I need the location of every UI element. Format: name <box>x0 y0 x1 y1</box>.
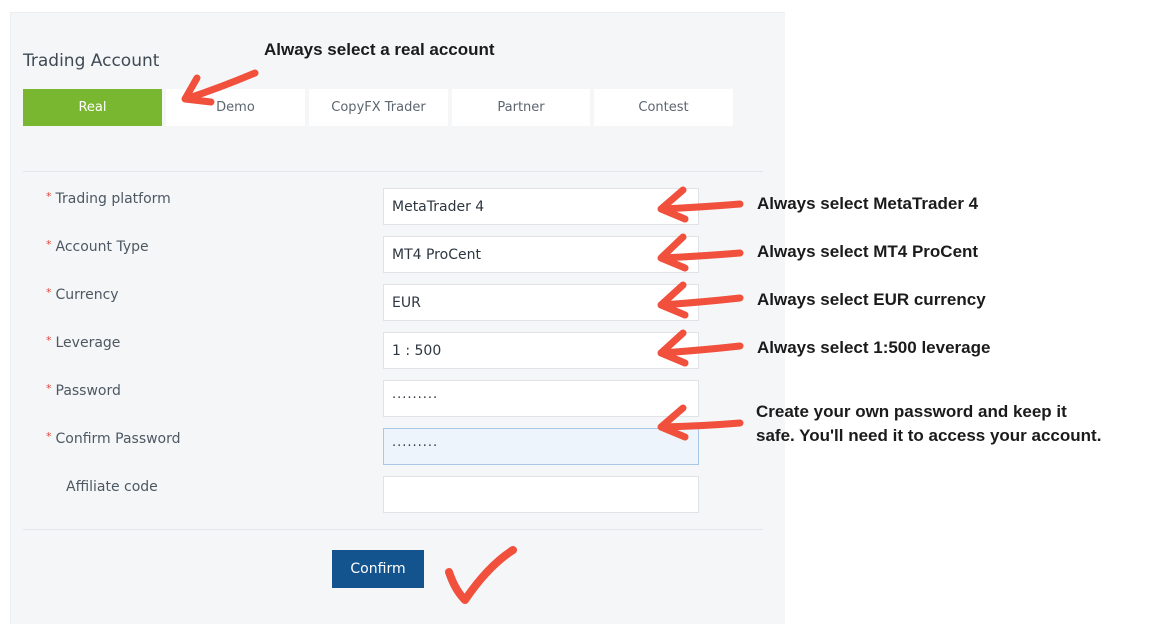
account-type-label: * Account Type <box>46 238 149 255</box>
confirm-button[interactable]: Confirm <box>332 550 424 588</box>
required-marker: * <box>46 286 52 299</box>
annotation-password-line2: safe. You'll need it to access your acco… <box>756 425 1102 445</box>
tab-partner[interactable]: Partner <box>452 89 590 126</box>
leverage-select[interactable]: 1 : 500 <box>383 332 699 369</box>
account-type-select[interactable]: MT4 ProCent <box>383 236 699 273</box>
password-label: * Password <box>46 382 121 399</box>
password-input[interactable]: ········· <box>383 380 699 417</box>
annotation-password: Create your own password and keep it saf… <box>756 400 1101 448</box>
annotation-currency: Always select EUR currency <box>757 290 986 309</box>
annotation-platform: Always select MetaTrader 4 <box>757 194 979 213</box>
required-marker: * <box>46 190 52 203</box>
tab-real[interactable]: Real <box>23 89 162 126</box>
tab-copyfx-trader[interactable]: CopyFX Trader <box>309 89 448 126</box>
currency-label: * Currency <box>46 286 119 303</box>
divider-top <box>23 171 763 172</box>
affiliate-code-label: Affiliate code <box>66 479 158 495</box>
tab-contest[interactable]: Contest <box>594 89 733 126</box>
required-marker: * <box>46 238 52 251</box>
divider-bottom <box>23 529 763 530</box>
affiliate-code-input[interactable] <box>383 476 699 513</box>
trading-platform-select[interactable]: MetaTrader 4 <box>383 188 699 225</box>
annotation-account-type: Always select MT4 ProCent <box>757 242 979 261</box>
annotation-real-account: Always select a real account <box>264 40 495 59</box>
required-marker: * <box>46 382 52 395</box>
required-marker: * <box>46 430 52 443</box>
trading-platform-label: * Trading platform <box>46 190 171 207</box>
tab-demo[interactable]: Demo <box>166 89 305 126</box>
currency-select[interactable]: EUR <box>383 284 699 321</box>
annotation-leverage: Always select 1:500 leverage <box>757 338 991 357</box>
leverage-label: * Leverage <box>46 334 121 351</box>
annotation-password-line1: Create your own password and keep it <box>756 402 1067 421</box>
required-marker: * <box>46 334 52 347</box>
confirm-password-label: * Confirm Password <box>46 430 181 447</box>
confirm-password-input[interactable]: ········· <box>383 428 699 465</box>
page-title: Trading Account <box>23 51 160 71</box>
